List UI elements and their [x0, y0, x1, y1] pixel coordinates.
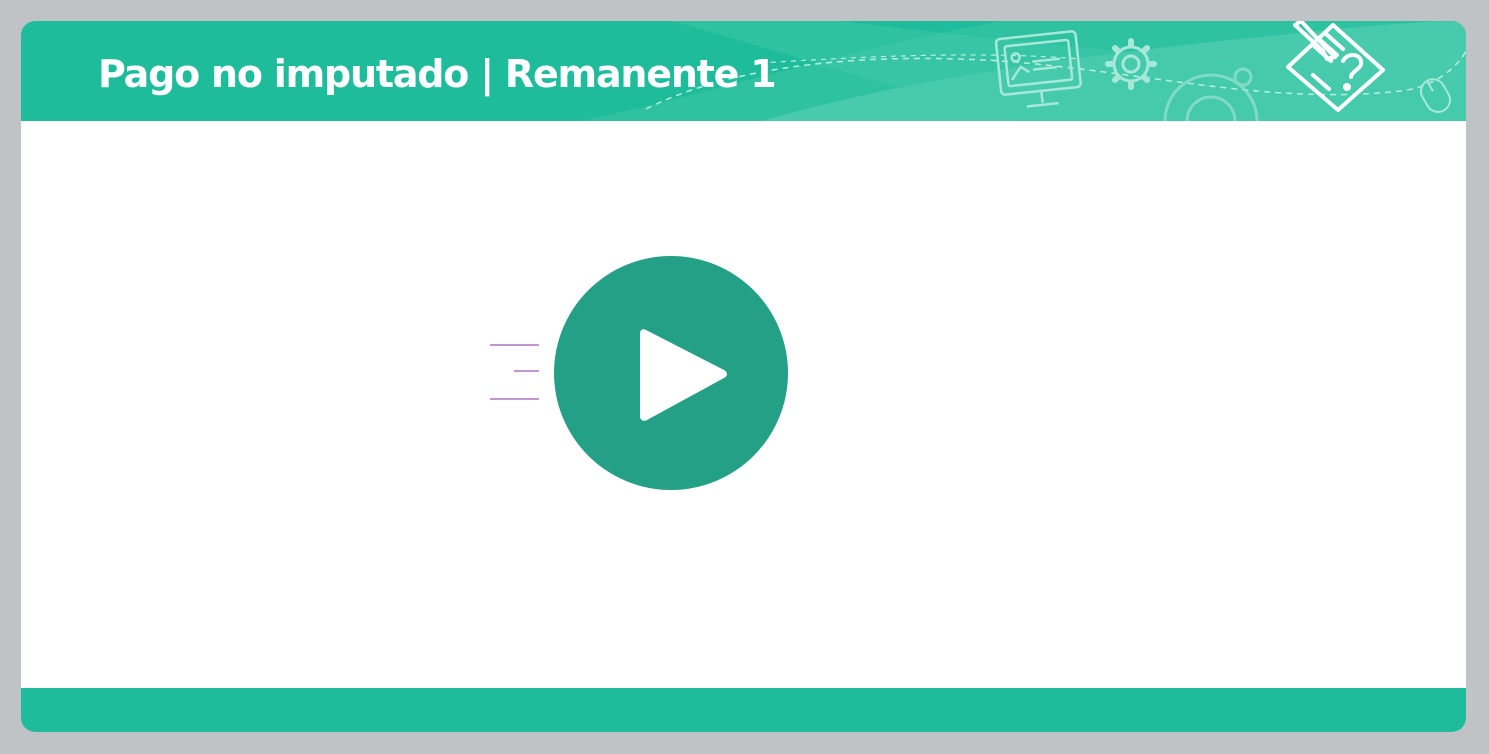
play-button[interactable] — [554, 256, 788, 490]
checklist-pencil-icon — [1286, 21, 1385, 112]
header-banner: Pago no imputado | Remanente 1 — [21, 21, 1466, 121]
page-title: Pago no imputado | Remanente 1 — [98, 52, 777, 96]
play-icon — [640, 329, 727, 421]
footer-bar — [21, 688, 1466, 732]
motion-lines-decoration — [490, 344, 539, 400]
video-card: Pago no imputado | Remanente 1 — [21, 21, 1466, 732]
